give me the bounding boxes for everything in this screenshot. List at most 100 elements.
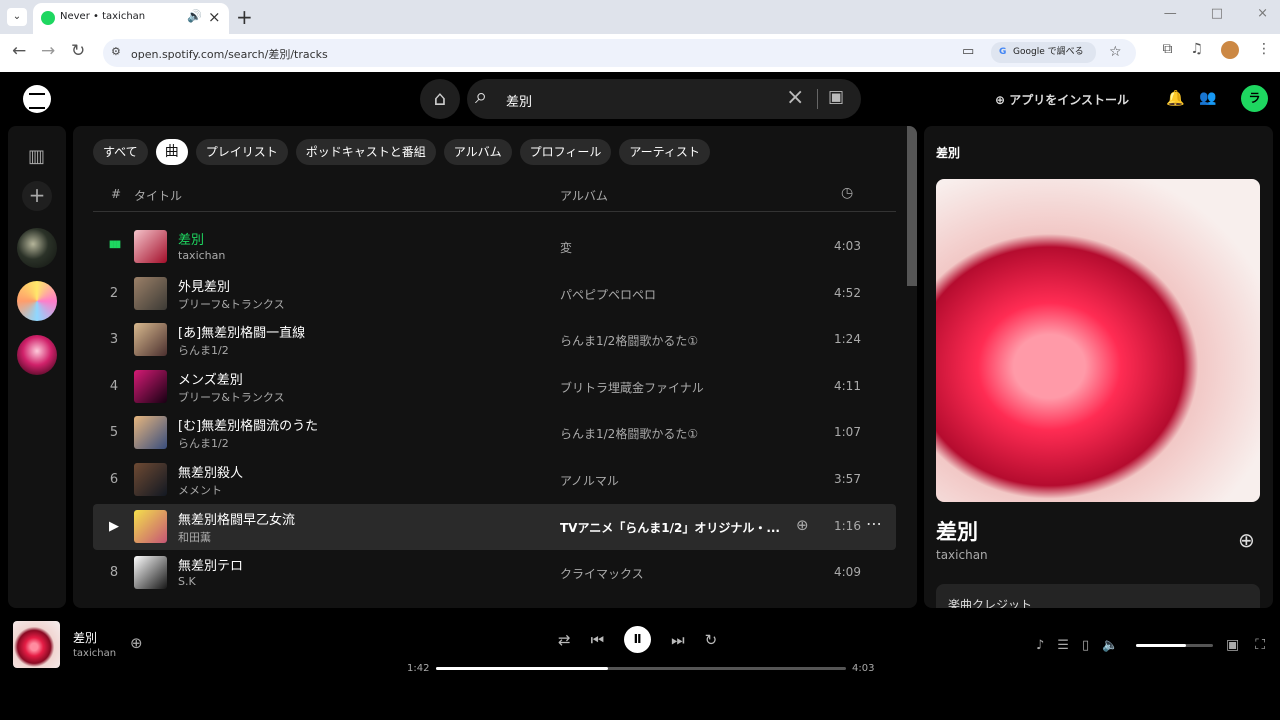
- track-artist[interactable]: ブリーフ&トランクス: [178, 296, 285, 312]
- close-window-icon[interactable]: ×: [1257, 6, 1268, 21]
- now-playing-song-title[interactable]: 差別: [936, 516, 978, 546]
- track-row[interactable]: 8 無差別テロ S.K クライマックス 4:09: [93, 550, 896, 597]
- back-icon[interactable]: ←: [12, 41, 26, 61]
- track-row[interactable]: 2 外見差別 ブリーフ&トランクス パペピプペロペロ 4:52: [93, 271, 896, 318]
- filter-albums[interactable]: アルバム: [443, 139, 512, 165]
- track-album[interactable]: クライマックス: [560, 565, 644, 582]
- address-url[interactable]: open.spotify.com/search/差別/tracks: [131, 46, 328, 62]
- filter-profiles[interactable]: プロフィール: [519, 139, 612, 165]
- filter-playlists[interactable]: プレイリスト: [195, 139, 288, 165]
- track-title[interactable]: メンズ差別: [178, 369, 243, 388]
- friend-activity-icon[interactable]: 👥: [1199, 90, 1216, 106]
- current-track-cover[interactable]: [13, 621, 60, 668]
- track-artist[interactable]: らんま1/2: [178, 435, 229, 451]
- search-input[interactable]: 差別: [506, 91, 532, 110]
- track-row[interactable]: 4 メンズ差別 ブリーフ&トランクス ブリトラ埋蔵金ファイナル 4:11: [93, 364, 896, 411]
- filter-podcasts-shows[interactable]: ポッドキャストと番組: [295, 139, 436, 165]
- tab-audio-icon[interactable]: 🔊: [187, 9, 202, 23]
- install-app-link[interactable]: ⊕ アプリをインストール: [995, 91, 1129, 108]
- track-title[interactable]: 無差別殺人: [178, 462, 243, 481]
- track-album[interactable]: らんま1/2格闘歌かるた①: [560, 332, 698, 349]
- bookmark-star-icon[interactable]: ☆: [1109, 44, 1122, 60]
- volume-slider[interactable]: [1136, 644, 1213, 647]
- previous-icon[interactable]: ⏮: [591, 631, 605, 649]
- create-playlist-icon[interactable]: +: [22, 181, 52, 211]
- track-artist[interactable]: メメント: [178, 482, 222, 498]
- new-tab-icon[interactable]: +: [236, 5, 253, 29]
- library-item-cover[interactable]: [17, 228, 57, 268]
- track-row[interactable]: ▮▮▮ 差別 taxichan 変 4:03: [93, 224, 896, 271]
- next-icon[interactable]: ⏭: [671, 631, 685, 649]
- forward-icon[interactable]: →: [41, 41, 55, 61]
- library-item-cover[interactable]: [17, 281, 57, 321]
- close-tab-icon[interactable]: ×: [208, 8, 221, 26]
- playback-progress-bar[interactable]: [436, 667, 846, 670]
- extensions-icon[interactable]: ⧉: [1162, 41, 1172, 59]
- more-options-icon[interactable]: ⋯: [866, 514, 882, 533]
- track-number[interactable]: ▶: [108, 519, 120, 534]
- add-track-icon[interactable]: ⊕: [796, 516, 809, 534]
- track-artist[interactable]: ブリーフ&トランクス: [178, 389, 285, 405]
- google-search-button[interactable]: Google で調べる: [991, 42, 1096, 63]
- miniplayer-icon[interactable]: ▣: [1226, 637, 1239, 653]
- track-title[interactable]: 外見差別: [178, 276, 230, 295]
- library-item-cover[interactable]: [17, 335, 57, 375]
- add-current-track-icon[interactable]: ⊕: [130, 634, 143, 652]
- address-bar[interactable]: ⚙ open.spotify.com/search/差別/tracks ▭ Go…: [103, 39, 1136, 67]
- media-control-icon[interactable]: ♫: [1190, 41, 1203, 59]
- site-information-icon[interactable]: ⚙: [111, 45, 121, 58]
- active-browser-tab[interactable]: Never • taxichan 🔊 ×: [33, 3, 229, 34]
- add-to-library-icon[interactable]: ⊕: [1238, 528, 1255, 552]
- browser-tab-strip: ⌄ Never • taxichan 🔊 × + — □ ×: [0, 0, 1280, 34]
- track-artist[interactable]: taxichan: [178, 249, 225, 262]
- tab-list-dropdown-icon[interactable]: ⌄: [7, 8, 27, 26]
- track-album[interactable]: アノルマル: [560, 472, 619, 489]
- lyrics-icon[interactable]: ♪: [1036, 638, 1044, 653]
- current-track-title[interactable]: 差別: [73, 629, 97, 646]
- browse-icon[interactable]: ▣: [828, 87, 844, 107]
- track-row[interactable]: 6 無差別殺人 メメント アノルマル 3:57: [93, 457, 896, 504]
- track-title[interactable]: 差別: [178, 229, 204, 248]
- spotify-search-box[interactable]: ⌕ 差別 × ▣: [467, 79, 861, 119]
- spotify-logo[interactable]: [23, 85, 51, 113]
- track-album[interactable]: TVアニメ「らんま1/2」オリジナル・...: [560, 519, 780, 536]
- track-title[interactable]: 無差別テロ: [178, 555, 243, 574]
- track-row[interactable]: 5 [む]無差別格闘流のうた らんま1/2 らんま1/2格闘歌かるた① 1:07: [93, 410, 896, 457]
- now-playing-artist[interactable]: taxichan: [936, 548, 988, 562]
- filter-tracks[interactable]: 曲: [155, 139, 188, 165]
- filter-all[interactable]: すべて: [93, 139, 148, 165]
- restore-icon[interactable]: □: [1211, 6, 1223, 21]
- user-avatar[interactable]: ラ: [1241, 85, 1268, 112]
- track-album[interactable]: パペピプペロペロ: [560, 286, 656, 303]
- track-artist[interactable]: 和田薫: [178, 529, 211, 545]
- connect-device-icon[interactable]: ▯: [1082, 638, 1089, 653]
- notifications-icon[interactable]: 🔔: [1166, 89, 1185, 107]
- minimize-icon[interactable]: —: [1164, 6, 1177, 21]
- fullscreen-icon[interactable]: ⛶: [1255, 637, 1265, 653]
- filter-artists[interactable]: アーティスト: [619, 139, 710, 165]
- library-icon[interactable]: ▥: [28, 146, 45, 167]
- home-button[interactable]: ⌂: [420, 79, 460, 119]
- shuffle-icon[interactable]: ⇄: [558, 631, 571, 649]
- track-album[interactable]: 変: [560, 239, 572, 256]
- track-row[interactable]: ▶ 無差別格闘早乙女流 和田薫 TVアニメ「らんま1/2」オリジナル・... ⊕ 1:16…: [93, 503, 896, 551]
- browser-menu-icon[interactable]: ⋮: [1257, 41, 1271, 59]
- cast-icon[interactable]: ▭: [962, 44, 974, 59]
- track-album[interactable]: らんま1/2格闘歌かるた①: [560, 425, 698, 442]
- results-scrollbar[interactable]: [907, 126, 917, 286]
- clear-search-icon[interactable]: ×: [786, 85, 804, 110]
- track-title[interactable]: 無差別格闘早乙女流: [178, 509, 295, 528]
- reload-icon[interactable]: ↻: [71, 41, 85, 61]
- repeat-icon[interactable]: ↻: [705, 631, 718, 649]
- track-artist[interactable]: らんま1/2: [178, 342, 229, 358]
- browser-profile-avatar[interactable]: [1221, 41, 1239, 59]
- track-title[interactable]: [あ]無差別格闘一直線: [178, 322, 305, 341]
- queue-icon[interactable]: ☰: [1057, 638, 1069, 653]
- pause-button[interactable]: Ⅱ: [624, 626, 652, 653]
- volume-icon[interactable]: 🔈: [1102, 638, 1118, 653]
- current-track-artist[interactable]: taxichan: [73, 648, 116, 659]
- track-row[interactable]: 3 [あ]無差別格闘一直線 らんま1/2 らんま1/2格闘歌かるた① 1:24: [93, 317, 896, 364]
- track-artist[interactable]: S.K: [178, 575, 196, 588]
- track-title[interactable]: [む]無差別格闘流のうた: [178, 415, 318, 434]
- track-album[interactable]: ブリトラ埋蔵金ファイナル: [560, 379, 704, 396]
